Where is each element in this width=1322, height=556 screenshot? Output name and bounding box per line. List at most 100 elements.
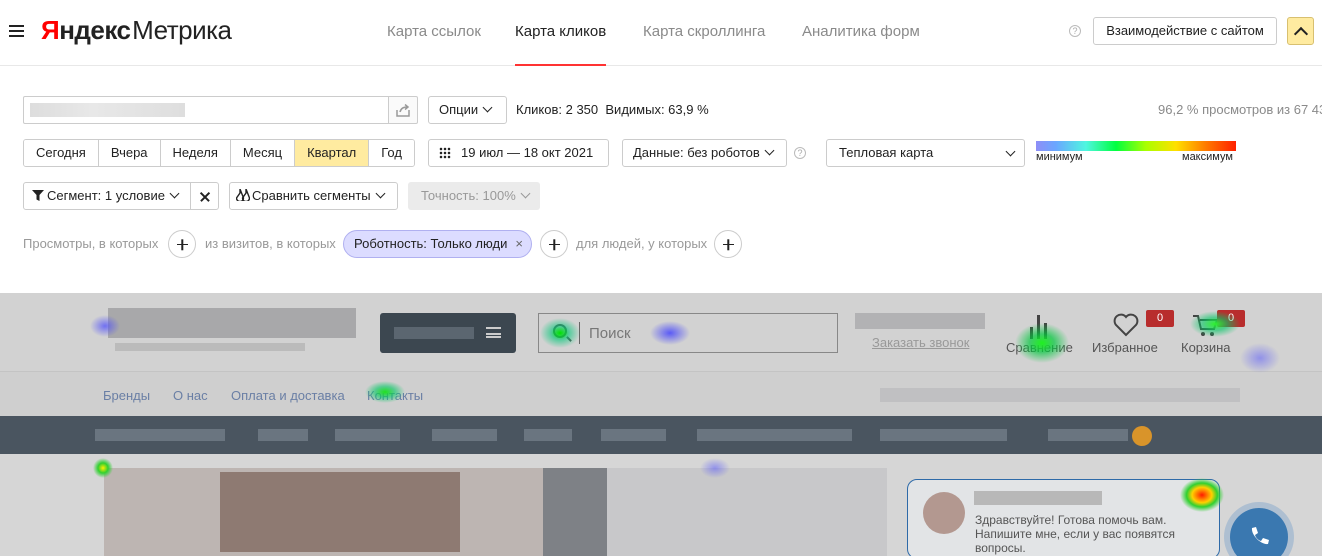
tab-link-map[interactable]: Карта ссылок [387,0,481,66]
blurred-url [30,103,185,117]
visits-condition-label: из визитов, в которых [205,236,336,251]
compare-label: Сравнить сегменты [252,188,371,203]
blurred-phone [855,313,985,329]
segment-label: Сегмент: 1 условие [47,188,165,203]
period-month[interactable]: Месяц [230,140,296,166]
views-share: 96,2 % просмотров из 67 43 [1158,102,1322,117]
segment-dropdown[interactable]: Сегмент: 1 условие [23,182,191,210]
favorites-badge: 0 [1146,310,1174,327]
blurred-nav-3 [335,429,400,441]
period-year[interactable]: Год [369,140,414,166]
map-type-select[interactable]: Тепловая карта [826,139,1025,167]
search-placeholder: Поиск [589,325,631,342]
compare-label[interactable]: Сравнение [1006,340,1073,355]
chevron-down-icon [169,188,180,199]
add-visit-condition-button[interactable] [540,230,568,258]
clicks-count: Кликов: 2 350 Видимых: 63,9 % [516,102,709,117]
blurred-logo [108,308,356,338]
compare-icon [235,188,251,203]
period-week[interactable]: Неделя [160,140,231,166]
top-bar: Яндекс Метрика Карта ссылок Карта кликов… [0,0,1322,66]
site-header: Поиск Заказать звонок Сравнение 0 Избран… [0,293,1322,371]
close-icon[interactable]: × [515,231,523,257]
menu-icon [486,327,501,338]
cart-icon[interactable] [1192,313,1220,337]
heatmap-page-preview[interactable]: Поиск Заказать звонок Сравнение 0 Избран… [0,293,1322,556]
site-link-delivery[interactable]: Оплата и доставка [231,388,345,403]
url-input[interactable] [23,96,389,124]
menu-icon[interactable] [9,25,24,37]
tab-scroll-map[interactable]: Карта скроллинга [643,0,765,66]
blurred-nav-6 [601,429,666,441]
phone-call-icon[interactable] [1230,508,1288,556]
site-link-about[interactable]: О нас [173,388,208,403]
robot-filter-tag[interactable]: Роботность: Только люди × [343,230,532,258]
blurred-catalog-label [394,327,474,339]
blurred-nav-5 [524,429,572,441]
tab-form-analytics[interactable]: Аналитика форм [802,0,920,66]
search-icon [553,324,567,338]
data-filter-dropdown[interactable]: Данные: без роботов [622,139,787,167]
help-icon[interactable]: ? [794,147,806,159]
help-icon[interactable]: ? [1069,25,1081,37]
add-people-condition-button[interactable] [714,230,742,258]
people-condition-label: для людей, у которых [576,236,708,251]
chat-message: Здравствуйте! Готова помочь вам. Напишит… [975,513,1176,555]
favorites-label[interactable]: Избранное [1092,340,1158,355]
share-button[interactable] [388,96,418,124]
blurred-agent-name [974,491,1102,505]
precision-label: Точность: 100% [421,188,516,203]
cart-badge: 0 [1217,310,1245,327]
order-call-link[interactable]: Заказать звонок [872,335,969,350]
chevron-down-icon [520,188,531,199]
blurred-tagline [115,343,305,351]
add-view-condition-button[interactable] [168,230,196,258]
blurred-nav-8 [880,429,1007,441]
site-link-brands[interactable]: Бренды [103,388,150,403]
period-quarter[interactable]: Квартал [295,140,370,166]
site-category-nav [0,416,1322,454]
blurred-nav-2 [258,429,308,441]
precision-dropdown[interactable]: Точность: 100% [408,182,540,210]
clear-segment-button[interactable] [190,182,219,210]
chevron-down-icon [375,188,386,199]
blurred-banner-people [220,472,460,552]
tag-label: Роботность: Только люди [354,236,508,251]
period-yesterday[interactable]: Вчера [98,140,161,166]
chevron-down-icon [482,102,493,113]
phone-icon [1251,527,1269,545]
options-label: Опции [439,102,479,117]
cart-label[interactable]: Корзина [1181,340,1231,355]
heart-icon[interactable] [1113,313,1139,337]
compare-segments-dropdown[interactable]: Сравнить сегменты [229,182,398,210]
tab-click-map[interactable]: Карта кликов [515,0,607,66]
blurred-banner-3 [607,468,887,556]
legend-min-label: минимум [1036,151,1083,163]
heat-legend-gradient [1036,141,1236,151]
search-separator [579,322,580,344]
avatar [923,492,965,534]
legend-max-label: максимум [1182,151,1233,163]
blurred-nav-7 [697,429,852,441]
compare-bars-icon [1030,313,1050,339]
site-link-contacts[interactable]: Контакты [367,388,423,403]
interact-with-site-button[interactable]: Взаимодействие с сайтом [1093,17,1277,45]
share-icon [396,104,410,117]
blurred-nav-9 [1048,429,1128,441]
brand-logo[interactable]: Яндекс Метрика [41,15,232,46]
site-search-input[interactable]: Поиск [538,313,838,353]
collapse-button[interactable] [1287,17,1314,45]
chat-widget[interactable]: Здравствуйте! Готова помочь вам. Напишит… [907,479,1220,556]
period-selector: Сегодня Вчера Неделя Месяц Квартал Год [23,139,415,167]
map-type-label: Тепловая карта [839,145,934,160]
chevron-down-icon [764,145,775,156]
views-condition-label: Просмотры, в которых [23,236,159,251]
data-filter-label: Данные: без роботов [633,145,760,160]
blurred-nav-4 [432,429,497,441]
filter-icon [32,190,44,201]
site-catalog-button[interactable] [380,313,516,353]
period-today[interactable]: Сегодня [24,140,99,166]
date-range-picker[interactable]: 19 июл — 18 окт 2021 [428,139,609,167]
options-dropdown[interactable]: Опции [428,96,507,124]
calendar-icon [439,147,451,159]
